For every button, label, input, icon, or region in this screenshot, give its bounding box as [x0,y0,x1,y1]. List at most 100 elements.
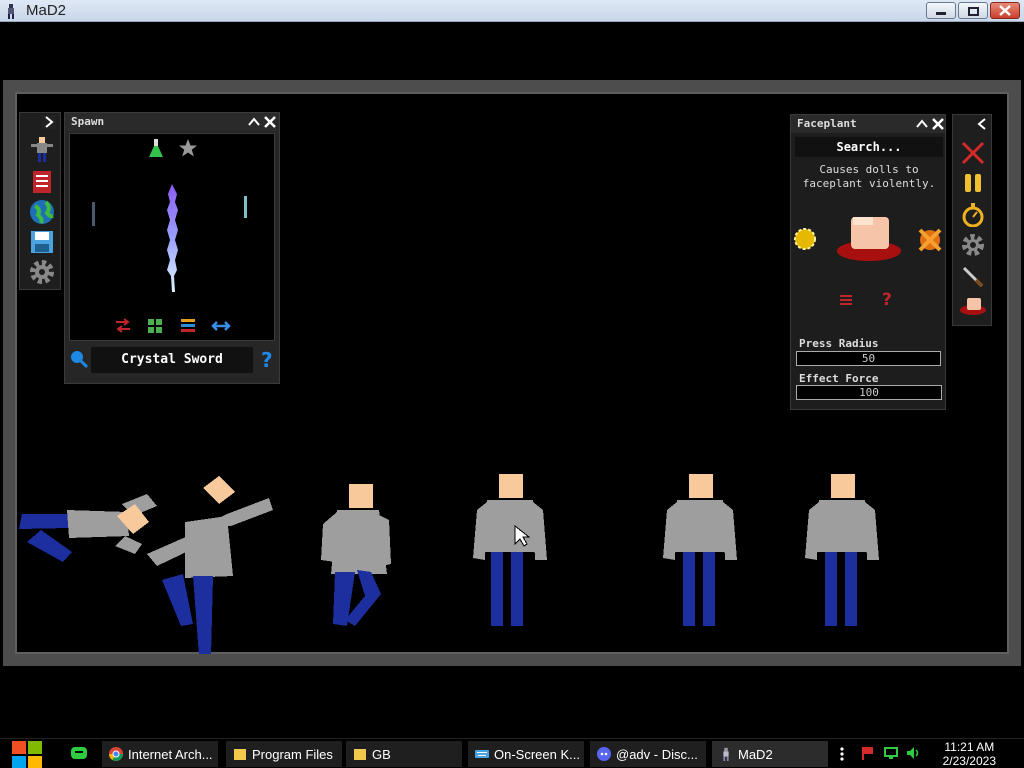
knife-icon[interactable] [961,265,985,289]
globe-icon[interactable] [29,199,55,225]
explosion-effect-icon[interactable] [917,227,943,253]
tool-search-input[interactable]: Search... [795,137,943,157]
taskbar-label: MaD2 [738,747,773,762]
swap-icon[interactable] [114,318,132,334]
overflow-menu-icon[interactable] [838,746,846,762]
taskbar-label: @adv - Disc... [616,747,698,762]
faceplant-collapse-button[interactable] [915,117,929,131]
gear-icon[interactable] [29,259,55,285]
flag-icon[interactable] [860,746,874,760]
volume-icon[interactable] [906,746,920,760]
taskbar-item-mad2[interactable]: MaD2 [712,741,828,767]
restore-icon [968,7,979,16]
chrome-icon [109,747,123,761]
folder-icon [234,749,246,760]
book-icon[interactable] [30,169,54,195]
search-icon[interactable] [69,349,89,369]
ragdoll-5[interactable] [663,474,737,626]
star-icon[interactable] [178,138,198,158]
spawn-panel: Spawn Crystal Sword ? [64,112,280,384]
chevron-left-icon [977,118,986,130]
faceplant-icon[interactable] [959,295,987,317]
clock-time: 11:21 AM [944,740,995,754]
window-title: MaD2 [26,2,67,19]
save-icon[interactable] [30,230,54,254]
taskbar-item-discord[interactable]: @adv - Disc... [590,741,706,767]
crystal-sword-preview [167,184,178,292]
chevron-up-icon [916,119,928,128]
close-icon [264,116,276,128]
press-radius-label: Press Radius [799,337,879,350]
left-toolbar [19,112,61,290]
chevron-up-icon [248,117,260,126]
spawn-close-button[interactable] [263,115,277,129]
spawn-panel-title: Spawn [71,115,105,128]
collapse-toolbar-button[interactable] [42,115,56,129]
taskbar-label: Internet Arch... [128,747,213,762]
effect-force-label: Effect Force [799,372,879,385]
help-icon[interactable]: ? [259,349,275,371]
mad2-app-icon [723,747,729,761]
close-window-button[interactable] [990,2,1020,19]
discord-icon [597,747,611,761]
keyboard-icon [475,750,489,758]
ragdoll-scene[interactable] [17,474,1007,654]
effect-force-field[interactable]: 100 [796,385,942,400]
clock-date: 2/23/2023 [942,754,996,768]
taskbar-item-program-files[interactable]: Program Files [226,741,342,767]
chat-app-icon[interactable] [70,746,88,762]
chevron-right-icon [45,116,54,128]
doll-icon[interactable] [29,135,55,163]
tool-description: Causes dolls to faceplant violently. [802,163,936,190]
taskbar-item-internet-archive[interactable]: Internet Arch... [102,741,218,767]
press-radius-field[interactable]: 50 [796,351,941,366]
faceplant-tool-preview [837,217,901,261]
network-icon[interactable] [884,746,898,760]
next-item-arrow[interactable] [244,196,247,218]
spawn-item-name[interactable]: Crystal Sword [91,347,253,373]
spawn-item-view[interactable] [69,133,275,341]
taskbar-item-on-screen-keyboard[interactable]: On-Screen K... [468,741,584,767]
windows-start-icon[interactable] [10,739,44,768]
taskbar-label: Program Files [252,747,333,762]
faceplant-panel: Faceplant Search... Causes dolls to face… [790,114,946,410]
game-area[interactable]: Spawn Crystal Sword ? Faceplant Search..… [0,22,1024,738]
close-x-icon[interactable] [961,141,985,165]
window-titlebar: MaD2 [0,0,1024,22]
list-icon[interactable] [180,318,196,334]
maximize-button[interactable] [958,2,988,19]
spawn-collapse-button[interactable] [247,115,261,129]
prev-item-arrow[interactable] [92,202,95,226]
taskbar-label: GB [372,747,391,762]
svg-text:?: ? [261,349,273,371]
stopwatch-icon[interactable] [962,203,984,227]
taskbar: Internet Arch... Program Files GB On-Scr… [0,738,1024,768]
taskbar-item-gb[interactable]: GB [346,741,462,767]
arrows-icon[interactable] [210,320,232,332]
gear-icon[interactable] [961,233,985,257]
taskbar-clock[interactable]: 11:21 AM 2/23/2023 [943,740,996,768]
sun-effect-icon[interactable] [793,227,817,251]
minimize-button[interactable] [926,2,956,19]
faceplant-close-button[interactable] [931,117,945,131]
question-icon[interactable]: ? [881,289,895,309]
close-icon [999,5,1011,16]
options-icon[interactable] [839,293,853,307]
taskbar-label: On-Screen K... [494,747,580,762]
pause-icon[interactable] [963,173,983,193]
faceplant-panel-title: Faceplant [797,117,857,130]
right-toolbar [952,114,992,326]
mad2-app-icon [8,4,14,19]
ragdoll-6[interactable] [805,474,879,626]
simulation-frame[interactable]: Spawn Crystal Sword ? Faceplant Search..… [3,80,1021,666]
grid-icon[interactable] [147,318,163,334]
flask-icon[interactable] [148,138,164,158]
folder-icon [354,749,366,760]
ragdoll-1[interactable] [19,494,157,562]
ragdoll-3[interactable] [321,484,391,626]
ragdoll-4[interactable] [473,474,547,626]
close-icon [932,118,944,130]
collapse-right-toolbar-button[interactable] [975,117,989,131]
minimize-icon [936,12,946,15]
ragdoll-2[interactable] [147,476,273,654]
